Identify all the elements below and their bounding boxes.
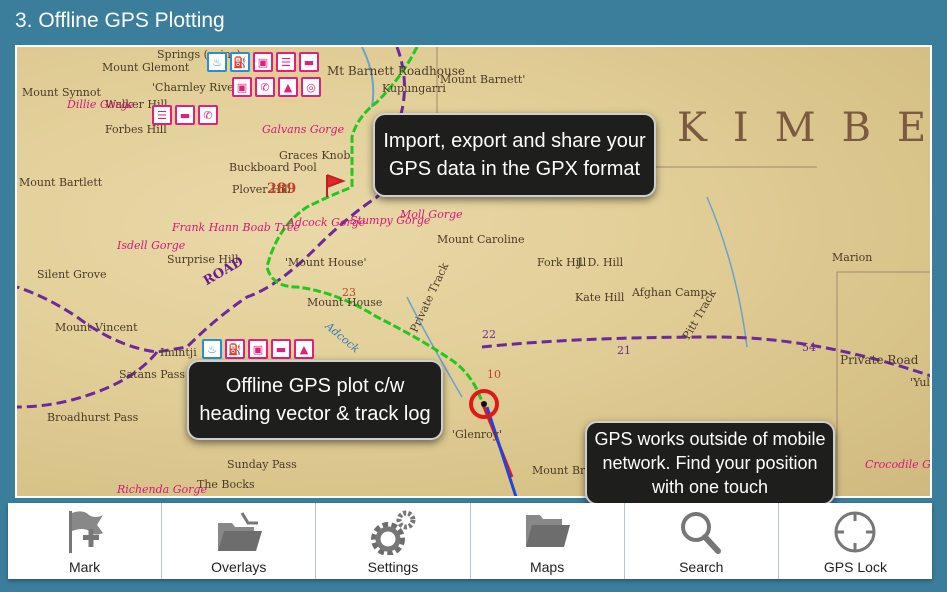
bed-icon: ▬ (271, 339, 291, 359)
gears-icon (370, 510, 416, 555)
folder-pin-icon (217, 512, 262, 551)
map-label: Isdell Gorge (117, 239, 186, 252)
tap-icon: ▲ (294, 339, 314, 359)
gas-icon: ♨ (202, 339, 222, 359)
callout-gps-network: GPS works outside of mobile network. Fin… (585, 421, 835, 505)
map-label: Mount Synnot (22, 86, 101, 99)
map-label: KIMBE (677, 105, 932, 151)
map-label: 21 (617, 344, 631, 357)
gps-lock-button[interactable]: GPS Lock (779, 503, 932, 579)
map-label: 'Mount House' (285, 256, 367, 269)
poi-icons: ▣ ✆ ▲ ◎ (232, 77, 321, 97)
restaurant-icon: ☰ (276, 52, 296, 72)
map-label: 'Yul (Tal)' (910, 376, 930, 389)
poi-icons: ♨ ⛽ ▣ ☰ ▬ (207, 52, 319, 72)
shop-icon: ▣ (253, 52, 273, 72)
map-label: Moll Gorge (400, 208, 463, 221)
map-label: Frank Hann Boab Tree (172, 221, 300, 234)
map-label: Graces Knob (279, 149, 351, 162)
flag-plus-icon (68, 511, 103, 553)
shop-icon: ▣ (248, 339, 268, 359)
map-label: 10 (487, 368, 501, 381)
page-title: 3. Offline GPS Plotting (15, 9, 225, 32)
phone-icon: ✆ (198, 105, 218, 125)
map-label: Marion (832, 251, 873, 264)
map-label: Mount Glemont (102, 61, 190, 74)
map-label: Forbes Hill (105, 123, 167, 136)
map-label: 289 (267, 181, 297, 197)
map-label: 54 (802, 341, 816, 354)
map-label: Imintji (160, 346, 197, 359)
map-label: 'Mount Barnett' (437, 73, 526, 86)
bottom-toolbar: Mark Overlays Settings Maps Search GPS L… (8, 503, 932, 579)
map-label: Mount Vincent (55, 321, 138, 334)
target-icon: ◎ (301, 77, 321, 97)
map-label: Silent Grove (37, 268, 107, 281)
map-label: Sunday Pass (227, 458, 297, 471)
callout-gpx-import: Import, export and share your GPS data i… (373, 113, 656, 197)
map-label: Dillie Gorge (67, 98, 135, 111)
search-button[interactable]: Search (625, 503, 779, 579)
folder-icon (526, 515, 571, 547)
map-label: Mount Bartlett (19, 176, 103, 189)
map-label: Kupungarri (382, 82, 446, 95)
bed-icon: ▬ (299, 52, 319, 72)
map-label: Mount Caroline (437, 233, 525, 246)
mark-button[interactable]: Mark (8, 503, 163, 579)
map-label: Broadhurst Pass (47, 411, 139, 424)
tap-icon: ▲ (278, 77, 298, 97)
map-label: Galvans Gorge (262, 123, 345, 136)
map-label: Richenda Gorge (117, 483, 207, 496)
caravan-icon: ▣ (232, 77, 252, 97)
magnifier-icon (681, 512, 722, 554)
map-label: J. D. Hill (577, 256, 624, 269)
map-label: 22 (482, 328, 496, 341)
map-label: 'Glenroy' (452, 428, 503, 441)
callout-gps-plot: Offline GPS plot c/w heading vector & tr… (187, 360, 443, 440)
poi-icons: ☰ ▬ ✆ (152, 105, 218, 125)
fuel-icon: ⛽ (225, 339, 245, 359)
overlays-button[interactable]: Overlays (162, 503, 317, 579)
map-label: Afghan Camp (632, 286, 708, 299)
settings-button[interactable]: Settings (316, 503, 471, 579)
bed-icon: ▬ (175, 105, 195, 125)
map-label: Buckboard Pool (229, 161, 317, 174)
map-label: 'Charnley River' (152, 81, 242, 94)
fuel-icon: ⛽ (230, 52, 250, 72)
gps-position-marker (469, 389, 499, 419)
gas-icon: ♨ (207, 52, 227, 72)
map-label: Crocodile Gorge (865, 458, 931, 471)
crosshair-icon (834, 511, 876, 553)
maps-button[interactable]: Maps (471, 503, 625, 579)
map-label: Private Road (840, 353, 919, 367)
poi-icons: ♨ ⛽ ▣ ▬ ▲ (202, 339, 314, 359)
restaurant-icon: ☰ (152, 105, 172, 125)
map-label: Kate Hill (575, 291, 625, 304)
map-label: 23 (342, 286, 356, 299)
map-label: Satans Pass (119, 368, 186, 381)
phone-icon: ✆ (255, 77, 275, 97)
